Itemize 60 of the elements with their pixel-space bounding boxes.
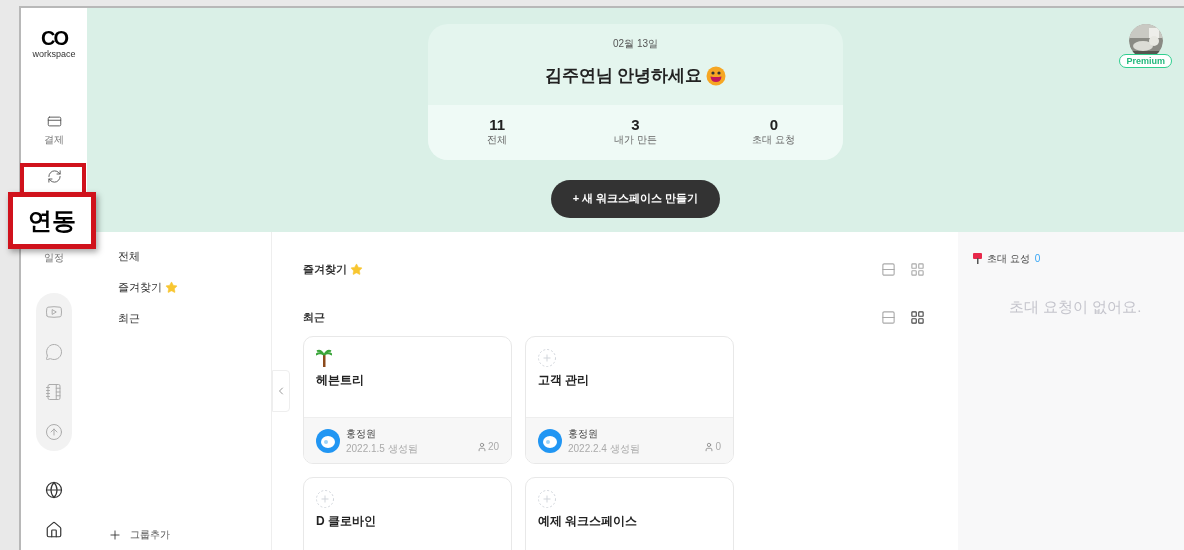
globe-icon[interactable]	[45, 480, 63, 499]
stat-label: 전체	[487, 133, 508, 147]
notebook-icon[interactable]	[45, 382, 63, 401]
stat-label: 내가 만든	[614, 133, 657, 147]
smiley-icon	[706, 65, 727, 86]
member-icon	[704, 441, 715, 452]
home-icon[interactable]	[45, 520, 63, 539]
group-item[interactable]: 전체	[118, 241, 271, 272]
workspace-name: 헤븐트리	[316, 372, 365, 389]
sidebar-item[interactable]	[46, 168, 62, 184]
workspace-name: 고객 관리	[538, 372, 591, 389]
add-icon[interactable]	[538, 490, 556, 508]
premium-badge: Premium	[1119, 54, 1172, 68]
chat-icon[interactable]	[45, 342, 63, 361]
sidebar-item[interactable]: 결제	[44, 113, 64, 147]
mailbox-icon	[973, 253, 982, 264]
workspace-card[interactable]: D 클로바인	[303, 477, 512, 550]
workspace-name: 예제 워크스페이스	[538, 513, 639, 530]
section-title: 즐겨찾기	[303, 261, 347, 277]
stat-label: 초대 요청	[752, 133, 796, 147]
created-date: 2022.2.4 생성됨	[568, 441, 640, 456]
workspace-name: D 클로바인	[316, 513, 377, 530]
logo-mark: CO	[41, 28, 67, 48]
stat-value: 0	[769, 117, 778, 132]
created-date: 2022.1.5 생성됨	[346, 441, 418, 456]
avatar-icon	[316, 428, 340, 453]
plus-icon	[108, 527, 122, 542]
new-workspace-button[interactable]: + 새 워크스페이스 만들기	[550, 179, 721, 218]
sidebar-item[interactable]: 일정	[44, 249, 64, 265]
owner-name: 홍정원	[346, 426, 377, 441]
callout-label: 연동	[8, 192, 96, 249]
group-item[interactable]: 최근	[118, 303, 271, 334]
greeting-title: 김주연님 안녕하세요	[544, 65, 703, 87]
workspace-card[interactable]: 헤븐트리 홍정원 2022.1.5 생성됨 20	[303, 336, 512, 464]
avatar-icon	[538, 428, 562, 453]
palm-tree-icon	[316, 349, 332, 367]
list-view-button[interactable]	[881, 309, 896, 325]
date-text: 02월 13일	[613, 37, 658, 51]
workspace-card[interactable]: 고객 관리 홍정원 2022.2.4 생성됨 0	[525, 336, 734, 464]
member-icon	[476, 441, 487, 452]
invite-title: 초대 요성	[987, 252, 1030, 266]
sync-icon	[46, 168, 62, 184]
add-icon[interactable]	[316, 490, 334, 508]
workspace-card[interactable]: 예제 워크스페이스	[525, 477, 734, 550]
stat-value: 3	[631, 117, 640, 132]
stat-value: 11	[489, 117, 506, 132]
add-group-button[interactable]: 그룹추가	[108, 527, 271, 542]
section-title: 최근	[303, 309, 325, 325]
logo-text: workspace	[32, 48, 76, 61]
invite-count: 0	[1034, 252, 1041, 266]
card-icon	[46, 113, 62, 129]
add-icon[interactable]	[538, 349, 556, 367]
member-count: 0	[715, 440, 721, 454]
member-count: 20	[487, 440, 499, 454]
upload-icon[interactable]	[45, 422, 63, 441]
collapse-button[interactable]	[272, 370, 290, 412]
group-item[interactable]: 즐겨찾기	[118, 272, 271, 303]
owner-name: 홍정원	[568, 426, 599, 441]
list-view-button[interactable]	[881, 261, 896, 277]
grid-view-button[interactable]	[910, 309, 925, 325]
